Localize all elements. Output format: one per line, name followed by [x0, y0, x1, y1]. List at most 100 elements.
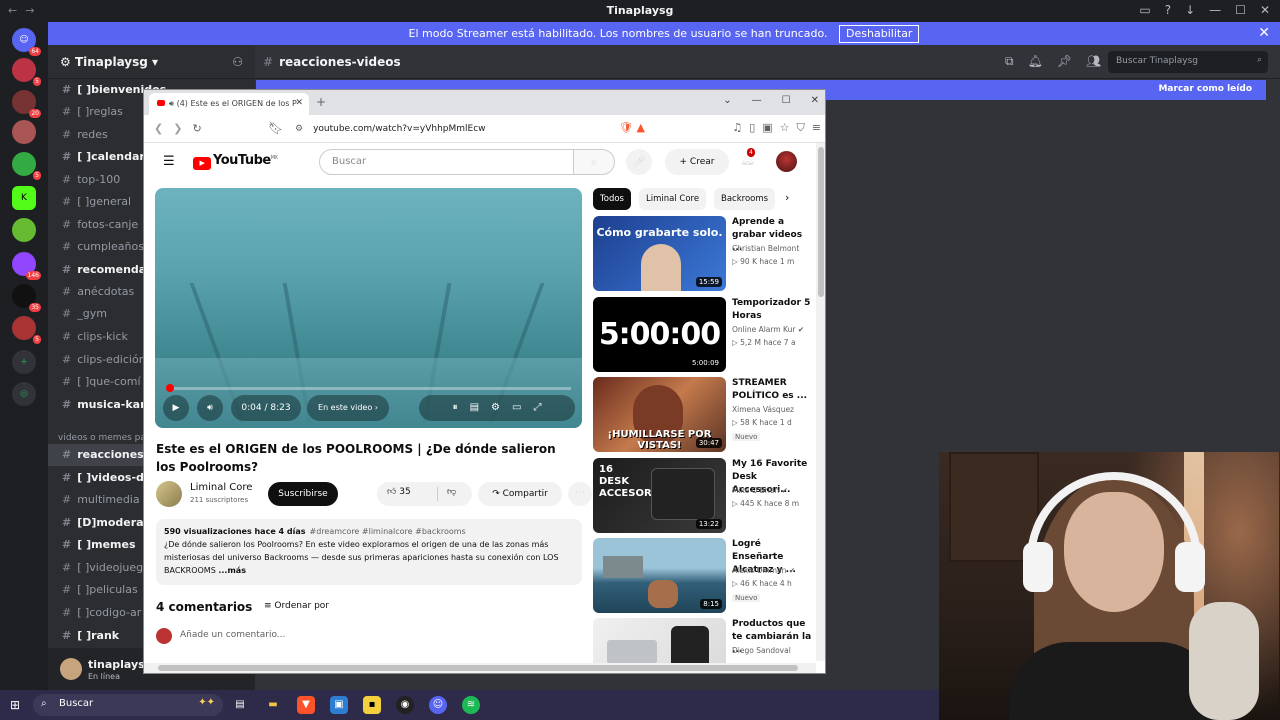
- maximize-button[interactable]: ☐: [1235, 3, 1246, 17]
- scrollbar-thumb[interactable]: [158, 665, 798, 671]
- sidebar-icon[interactable]: ▯: [749, 121, 755, 134]
- minimize-button[interactable]: —: [1209, 3, 1221, 17]
- share-button[interactable]: ↷ Compartir: [478, 482, 562, 506]
- video-thumbnail[interactable]: 5:00:00 5:00:09: [593, 297, 726, 372]
- voice-search-button[interactable]: 🎤︎: [626, 149, 652, 175]
- windows-start-icon[interactable]: ⊞: [10, 698, 20, 712]
- close-banner-icon[interactable]: ✕: [1258, 22, 1270, 45]
- browser-tab[interactable]: 🔊︎ (4) Este es el ORIGEN de los P ✕: [149, 93, 309, 115]
- play-button[interactable]: ▶: [163, 395, 189, 421]
- fullscreen-icon[interactable]: ⤢: [533, 402, 541, 413]
- wallet-icon[interactable]: ▣: [762, 121, 772, 134]
- youtube-search-input[interactable]: Buscar: [319, 149, 574, 175]
- new-tab-button[interactable]: +: [316, 95, 326, 109]
- video-player[interactable]: ▶ 🔊︎ 0:04 / 8:23 En este video › ⏸ ▤ ⚙ ▭ ⤢: [155, 188, 582, 428]
- mark-as-read-button[interactable]: Marcar como leído: [1158, 84, 1252, 94]
- chip-liminal-core[interactable]: Liminal Core: [639, 188, 707, 210]
- pause-autoplay-icon[interactable]: ⏸: [453, 402, 458, 413]
- search-button[interactable]: ⌕: [573, 149, 615, 175]
- volume-icon[interactable]: 🔊︎: [197, 395, 223, 421]
- add-comment-input[interactable]: Añade un comentario...: [156, 625, 582, 647]
- bookmark-icon[interactable]: 🔖︎: [268, 121, 283, 135]
- hamburger-menu-icon[interactable]: ☰: [163, 154, 175, 169]
- app-icon[interactable]: ▣: [330, 696, 348, 714]
- hashtags[interactable]: #dreamcore #liminalcore #backrooms: [310, 527, 466, 536]
- invite-icon[interactable]: ⚇: [232, 55, 243, 69]
- vertical-scrollbar[interactable]: [816, 143, 825, 661]
- server-icon[interactable]: 5: [12, 58, 41, 86]
- description-box[interactable]: 590 visualizaciones hace 4 días #dreamcor…: [156, 519, 582, 585]
- video-thumbnail[interactable]: ¡HUMILLARSE POR VISTAS! 30:47: [593, 377, 726, 452]
- video-thumbnail[interactable]: 8:15: [593, 538, 726, 613]
- subscribe-button[interactable]: Suscribirse: [268, 482, 338, 506]
- brave-browser-icon[interactable]: ▼: [297, 696, 315, 714]
- chapters-button[interactable]: En este video ›: [307, 395, 389, 421]
- sort-comments-button[interactable]: ≡ Ordenar por: [264, 601, 329, 611]
- server-icon[interactable]: 5: [12, 152, 41, 180]
- forward-icon[interactable]: ❯: [173, 122, 182, 135]
- notification-bell-icon[interactable]: 🔔︎: [1028, 54, 1043, 68]
- notifications-icon[interactable]: 🔔︎ 4: [740, 148, 755, 166]
- url-bar[interactable]: ⚙ youtube.com/watch?v=yVhhpMmlEcw: [289, 119, 654, 139]
- chevron-right-icon[interactable]: ›: [785, 191, 789, 204]
- settings-gear-icon[interactable]: ⚙: [491, 402, 500, 413]
- tab-search-icon[interactable]: ⌄: [723, 95, 731, 106]
- inbox-icon[interactable]: ▭: [1139, 3, 1150, 17]
- server-icon[interactable]: [12, 218, 36, 242]
- vpn-icon[interactable]: ⛉: [797, 121, 805, 134]
- explore-icon[interactable]: ◎: [12, 382, 36, 406]
- recommendation-item[interactable]: 8:15 Logré Enseñarte Alcatraz y ... Alex…: [593, 538, 813, 614]
- close-button[interactable]: ✕: [811, 95, 819, 106]
- taskbar-search-input[interactable]: ⌕ Buscar ✦✦: [33, 694, 223, 716]
- show-more-link[interactable]: ...más: [218, 566, 246, 575]
- server-icon[interactable]: 5: [12, 316, 41, 344]
- avatar[interactable]: [776, 151, 797, 172]
- server-icon[interactable]: 35: [12, 284, 41, 312]
- dislike-button[interactable]: 👎︎: [447, 487, 456, 497]
- menu-icon[interactable]: ≡: [812, 121, 821, 134]
- task-view-icon[interactable]: ▤: [231, 696, 249, 714]
- server-icon[interactable]: [12, 120, 36, 144]
- chip-backrooms[interactable]: Backrooms: [714, 188, 776, 210]
- recommendation-item[interactable]: Cómo grabarte solo. 15:59 Aprende a grab…: [593, 216, 813, 292]
- channel-name[interactable]: Liminal Core: [190, 482, 252, 493]
- pin-icon[interactable]: 📌︎: [1057, 54, 1072, 68]
- minimize-button[interactable]: —: [752, 95, 762, 106]
- video-thumbnail[interactable]: Cómo grabarte solo. 15:59: [593, 216, 726, 291]
- youtube-logo[interactable]: ▶ YouTubeMX: [193, 153, 278, 170]
- file-explorer-icon[interactable]: ▬: [264, 696, 282, 714]
- back-icon[interactable]: ❮: [154, 122, 163, 135]
- server-header[interactable]: ⚙ Tinaplaysg ▾ ⚇: [48, 45, 255, 79]
- sticky-notes-icon[interactable]: ▪: [363, 696, 381, 714]
- disable-streamer-button[interactable]: Deshabilitar: [839, 25, 920, 43]
- help-icon[interactable]: ?: [1165, 3, 1171, 17]
- add-server-icon[interactable]: +: [12, 350, 36, 374]
- direct-messages-icon[interactable]: ☺ 64: [12, 28, 41, 56]
- avatar[interactable]: [60, 658, 82, 680]
- video-thumbnail[interactable]: 16 DESK ACCESORIES 13:22: [593, 458, 726, 533]
- channel-avatar[interactable]: [156, 481, 182, 507]
- member-list-icon[interactable]: 👥︎: [1086, 54, 1101, 68]
- scrollbar-thumb[interactable]: [818, 147, 824, 297]
- horizontal-scrollbar[interactable]: [144, 663, 816, 673]
- twitch-server-icon[interactable]: 146: [12, 252, 41, 280]
- discord-icon[interactable]: ☺: [429, 696, 447, 714]
- server-icon[interactable]: 20: [12, 90, 41, 118]
- like-button[interactable]: 👍︎ 35: [387, 487, 411, 497]
- create-button[interactable]: + Crear: [665, 149, 729, 175]
- download-icon[interactable]: ↓: [1185, 3, 1195, 17]
- progress-bar[interactable]: [167, 387, 571, 390]
- site-settings-icon[interactable]: ⚙: [295, 124, 303, 134]
- obs-icon[interactable]: ◉: [396, 696, 414, 714]
- maximize-button[interactable]: ☐: [782, 95, 791, 106]
- spotify-icon[interactable]: ≋: [462, 696, 480, 714]
- chip-todos[interactable]: Todos: [593, 188, 631, 210]
- threads-icon[interactable]: ⧉: [1005, 54, 1014, 68]
- recommendation-item[interactable]: Productos que te cambiarán la ... Diego …: [593, 618, 813, 663]
- server-search-input[interactable]: Buscar Tinaplaysg ⌕: [1108, 51, 1268, 73]
- video-thumbnail[interactable]: [593, 618, 726, 663]
- kick-server-icon[interactable]: K: [12, 186, 36, 210]
- brave-shields-icon[interactable]: 🛡︎ ▲: [619, 121, 645, 134]
- close-tab-icon[interactable]: ✕: [295, 98, 303, 108]
- favorites-icon[interactable]: ☆: [780, 121, 790, 134]
